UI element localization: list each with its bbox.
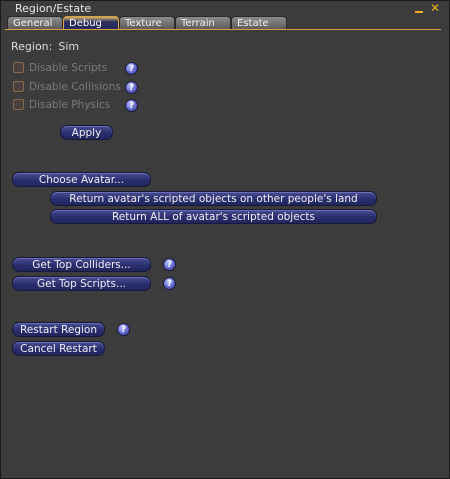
return-other-land-button[interactable]: Return avatar's scripted objects on othe… (50, 191, 377, 206)
disable-scripts-label: Disable Scripts (29, 62, 108, 74)
region-label: Region: (11, 40, 53, 53)
debug-panel: Region: Sim Disable Scripts ? Disable Col… (1, 31, 449, 478)
disable-collisions-checkbox[interactable] (13, 81, 24, 92)
region-estate-window: Region/Estate ✕ General Debug Texture Te… (0, 0, 450, 479)
close-icon[interactable]: ✕ (429, 2, 441, 14)
tab-underline (5, 29, 441, 30)
disable-scripts-help-icon[interactable]: ? (125, 62, 138, 75)
apply-button[interactable]: Apply (60, 125, 113, 140)
restart-region-button[interactable]: Restart Region (12, 322, 105, 337)
disable-collisions-label: Disable Collisions (29, 81, 121, 93)
cancel-restart-button[interactable]: Cancel Restart (12, 341, 105, 356)
choose-avatar-button[interactable]: Choose Avatar... (12, 172, 151, 187)
disable-physics-label: Disable Physics (29, 99, 111, 111)
disable-physics-help-icon[interactable]: ? (125, 99, 138, 112)
minimize-icon[interactable] (413, 3, 425, 15)
tab-texture[interactable]: Texture (119, 16, 175, 29)
tab-terrain[interactable]: Terrain (175, 16, 231, 29)
top-scripts-help-icon[interactable]: ? (163, 277, 176, 290)
disable-physics-checkbox[interactable] (13, 99, 24, 110)
return-all-button[interactable]: Return ALL of avatar's scripted objects (50, 209, 377, 224)
region-value: Sim (58, 40, 80, 53)
tab-bar: General Debug Texture Terrain Estate (5, 16, 441, 30)
restart-region-help-icon[interactable]: ? (117, 323, 130, 336)
region-name-row: Region: Sim (11, 40, 79, 53)
disable-scripts-checkbox[interactable] (13, 62, 24, 73)
tab-estate[interactable]: Estate (231, 16, 287, 29)
get-top-colliders-button[interactable]: Get Top Colliders... (12, 257, 151, 272)
title-bar[interactable]: Region/Estate ✕ (1, 1, 449, 16)
top-colliders-help-icon[interactable]: ? (163, 258, 176, 271)
get-top-scripts-button[interactable]: Get Top Scripts... (12, 276, 151, 291)
tab-debug[interactable]: Debug (63, 16, 119, 29)
disable-collisions-help-icon[interactable]: ? (125, 81, 138, 94)
tab-general[interactable]: General (7, 16, 63, 29)
window-title: Region/Estate (15, 2, 92, 15)
